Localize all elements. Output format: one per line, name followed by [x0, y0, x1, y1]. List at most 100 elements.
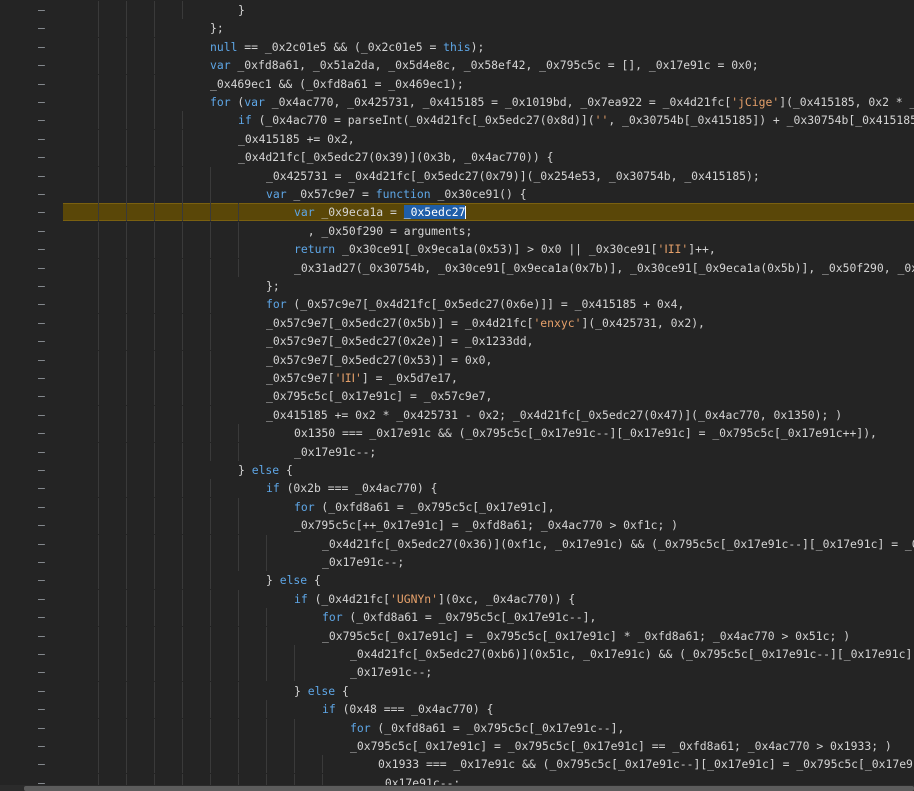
code-text[interactable]: _0x795c5c[++_0x17e91c] = _0xfd8a61; _0x4… — [294, 516, 678, 534]
code-text[interactable]: if (_0x4ac770 = parseInt(_0x4d21fc[_0x5e… — [238, 111, 914, 129]
line-gutter-marker[interactable]: – — [38, 111, 48, 129]
code-line[interactable]: – var _0x57c9e7 = function _0x30ce91() { — [0, 185, 914, 203]
code-line[interactable]: – _0x4d21fc[_0x5edc27(0x36)](0xf1c, _0x17… — [0, 534, 914, 553]
line-gutter-marker[interactable]: – — [38, 369, 48, 387]
line-gutter-marker[interactable]: – — [38, 56, 48, 74]
line-gutter-marker[interactable]: – — [38, 424, 48, 442]
line-gutter-marker[interactable]: – — [38, 627, 48, 645]
code-text[interactable]: null == _0x2c01e5 && (_0x2c01e5 = this); — [210, 38, 484, 56]
code-line[interactable]: – } else { — [0, 681, 914, 700]
line-gutter-marker[interactable]: – — [38, 351, 48, 369]
code-line[interactable]: – _0x4d21fc[_0x5edc27(0x39)](0x3b, _0x4ac… — [0, 148, 914, 167]
code-text[interactable]: _0x415185 += 0x2 * _0x425731 - 0x2; _0x4… — [266, 406, 842, 424]
code-text[interactable]: for (_0xfd8a61 = _0x795c5c[_0x17e91c--], — [322, 608, 596, 626]
code-text[interactable]: _0x17e91c--; — [294, 443, 376, 461]
code-text[interactable]: _0x795c5c[_0x17e91c] = _0x795c5c[_0x17e9… — [322, 627, 850, 645]
line-gutter-marker[interactable]: – — [38, 148, 48, 166]
code-line[interactable]: – if (0x2b === _0x4ac770) { — [0, 479, 914, 498]
line-gutter-marker[interactable]: – — [38, 682, 48, 700]
code-line[interactable]: – null == _0x2c01e5 && (_0x2c01e5 = this)… — [0, 37, 914, 56]
horizontal-scrollbar[interactable] — [0, 785, 914, 791]
code-text[interactable]: if (0x48 === _0x4ac770) { — [322, 700, 493, 718]
code-text[interactable]: var _0x57c9e7 = function _0x30ce91() { — [266, 185, 527, 203]
code-text[interactable]: } else { — [266, 571, 321, 589]
code-line[interactable]: –}; — [0, 277, 914, 295]
horizontal-scrollbar-thumb[interactable] — [24, 786, 914, 791]
code-line[interactable]: – _0x17e91c--; — [0, 442, 914, 461]
code-line[interactable]: – _0x57c9e7['ⅠIⅠ'] = _0x5d7e17, — [0, 369, 914, 387]
line-gutter-marker[interactable]: – — [38, 19, 48, 37]
code-text[interactable]: for (_0xfd8a61 = _0x795c5c[_0x17e91c--], — [350, 719, 624, 737]
code-line[interactable]: – _0x795c5c[_0x17e91c] = _0x57c9e7, — [0, 387, 914, 406]
code-text[interactable]: } else { — [238, 461, 293, 479]
code-line[interactable]: – _0x469ec1 && (_0xfd8a61 = _0x469ec1); — [0, 74, 914, 93]
code-line[interactable]: – _0x425731 = _0x4d21fc[_0x5edc27(0x79)](… — [0, 166, 914, 185]
line-gutter-marker[interactable]: – — [38, 663, 48, 681]
code-line[interactable]: – _0x795c5c[_0x17e91c] = _0x795c5c[_0x17e… — [0, 737, 914, 755]
line-gutter-marker[interactable]: – — [38, 516, 48, 534]
code-line[interactable]: – _0x57c9e7[_0x5edc27(0x2e)] = _0x1233dd, — [0, 332, 914, 351]
line-gutter-marker[interactable]: – — [38, 737, 48, 755]
line-gutter-marker[interactable]: – — [38, 719, 48, 737]
code-line[interactable]: – , _0x50f290 = arguments; — [0, 221, 914, 240]
code-text[interactable]: for (_0xfd8a61 = _0x795c5c[_0x17e91c], — [294, 498, 555, 516]
code-line[interactable]: –} — [0, 1, 914, 19]
code-text[interactable]: _0x4d21fc[_0x5edc27(0x39)](0x3b, _0x4ac7… — [238, 148, 553, 166]
code-line[interactable]: – _0x415185 += 0x2, — [0, 129, 914, 148]
code-text[interactable]: }; — [210, 19, 224, 37]
line-gutter-marker[interactable]: – — [38, 645, 48, 663]
line-gutter-marker[interactable]: – — [38, 38, 48, 56]
code-line[interactable]: – 0x1933 === _0x17e91c && (_0x795c5c[_0x1… — [0, 755, 914, 774]
code-text[interactable]: _0x57c9e7['ⅠIⅠ'] = _0x5d7e17, — [266, 369, 458, 387]
line-gutter-marker[interactable]: – — [38, 295, 48, 313]
code-line[interactable]: – for (_0x57c9e7[_0x4d21fc[_0x5edc27(0x6e… — [0, 295, 914, 314]
code-text[interactable]: }; — [266, 277, 280, 295]
line-gutter-marker[interactable]: – — [38, 240, 48, 258]
line-gutter-marker[interactable]: – — [38, 406, 48, 424]
line-gutter-marker[interactable]: – — [38, 259, 48, 277]
code-line[interactable]: – if (_0x4ac770 = parseInt(_0x4d21fc[_0x5… — [0, 111, 914, 130]
code-line[interactable]: – for (_0xfd8a61 = _0x795c5c[_0x17e91c--]… — [0, 608, 914, 627]
code-text[interactable]: } — [238, 1, 245, 19]
line-gutter-marker[interactable]: – — [38, 535, 48, 553]
line-gutter-marker[interactable]: – — [38, 498, 48, 516]
code-line[interactable]: – for (_0xfd8a61 = _0x795c5c[_0x17e91c--]… — [0, 718, 914, 737]
code-text[interactable]: _0x57c9e7[_0x5edc27(0x53)] = 0x0, — [266, 351, 492, 369]
line-gutter-marker[interactable]: – — [38, 75, 48, 93]
line-gutter-marker[interactable]: – — [38, 571, 48, 589]
line-gutter-marker[interactable]: – — [38, 332, 48, 350]
code-line[interactable]: – _0x795c5c[++_0x17e91c] = _0xfd8a61; _0x… — [0, 516, 914, 535]
code-text[interactable]: } else { — [294, 682, 349, 700]
code-text[interactable]: _0x415185 += 0x2, — [238, 130, 355, 148]
line-gutter-marker[interactable]: – — [38, 608, 48, 626]
code-text[interactable]: _0x795c5c[_0x17e91c] = _0x57c9e7, — [266, 387, 492, 405]
code-text[interactable]: if (_0x4d21fc['UGNYn'](0xc, _0x4ac770)) … — [294, 590, 575, 608]
code-line[interactable]: – for (_0xfd8a61 = _0x795c5c[_0x17e91c], — [0, 497, 914, 516]
code-text[interactable]: 0x1933 === _0x17e91c && (_0x795c5c[_0x17… — [378, 755, 914, 773]
code-line[interactable]: – _0x415185 += 0x2 * _0x425731 - 0x2; _0x… — [0, 405, 914, 424]
code-text[interactable]: var _0x9eca1a = _0x5edc27 — [294, 203, 467, 221]
code-text[interactable]: _0x17e91c--; — [350, 663, 432, 681]
code-line[interactable]: – _0x17e91c--; — [0, 773, 914, 785]
code-line[interactable]: – } else { — [0, 571, 914, 590]
line-gutter-marker[interactable]: – — [38, 1, 48, 19]
line-gutter-marker[interactable]: – — [38, 443, 48, 461]
code-line[interactable]: – _0x57c9e7[_0x5edc27(0x5b)] = _0x4d21fc[… — [0, 313, 914, 332]
code-text[interactable]: for (_0x57c9e7[_0x4d21fc[_0x5edc27(0x6e)… — [266, 295, 684, 313]
code-text[interactable]: _0x57c9e7[_0x5edc27(0x2e)] = _0x1233dd, — [266, 332, 533, 350]
code-line[interactable]: – if (_0x4d21fc['UGNYn'](0xc, _0x4ac770))… — [0, 589, 914, 608]
line-gutter-marker[interactable]: – — [38, 387, 48, 405]
line-gutter-marker[interactable]: – — [38, 203, 48, 221]
code-text[interactable]: if (0x2b === _0x4ac770) { — [266, 479, 437, 497]
line-gutter-marker[interactable]: – — [38, 185, 48, 203]
code-line[interactable]: – var _0xfd8a61, _0x51a2da, _0x5d4e8c, _0… — [0, 56, 914, 75]
line-gutter-marker[interactable]: – — [38, 222, 48, 240]
code-text[interactable]: , _0x50f290 = arguments; — [294, 222, 473, 240]
line-gutter-marker[interactable]: – — [38, 479, 48, 497]
code-text[interactable]: _0x425731 = _0x4d21fc[_0x5edc27(0x79)](_… — [266, 167, 760, 185]
line-gutter-marker[interactable]: – — [38, 130, 48, 148]
code-text[interactable]: var _0xfd8a61, _0x51a2da, _0x5d4e8c, _0x… — [210, 56, 759, 74]
line-gutter-marker[interactable]: – — [38, 700, 48, 718]
code-line[interactable]: – 0x1350 === _0x17e91c && (_0x795c5c[_0x1… — [0, 424, 914, 443]
line-gutter-marker[interactable]: – — [38, 553, 48, 571]
